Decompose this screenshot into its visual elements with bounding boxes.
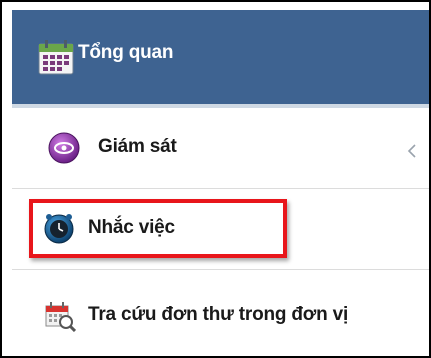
menu-item-label: Giám sát — [98, 136, 177, 157]
menu-item-tra-cuu-don-thu[interactable]: Tra cứu đơn thư trong đơn vị — [12, 270, 429, 356]
calendar-icon — [38, 40, 74, 75]
chevron-left-icon[interactable] — [407, 144, 417, 158]
menu-header-tong-quan[interactable]: Tổng quan — [12, 10, 429, 108]
menu-header-title: Tổng quan — [78, 42, 174, 63]
menu-item-label: Tra cứu đơn thư trong đơn vị — [88, 304, 349, 325]
highlight-annotation-box — [29, 199, 287, 258]
eye-monitor-icon — [48, 132, 80, 164]
menu-item-giam-sat[interactable]: Giám sát — [12, 108, 429, 189]
sidebar-menu-panel: Tổng quan Giám sát Nhắc việc Tra cứu đơn… — [0, 0, 431, 358]
calendar-search-icon — [45, 302, 76, 332]
